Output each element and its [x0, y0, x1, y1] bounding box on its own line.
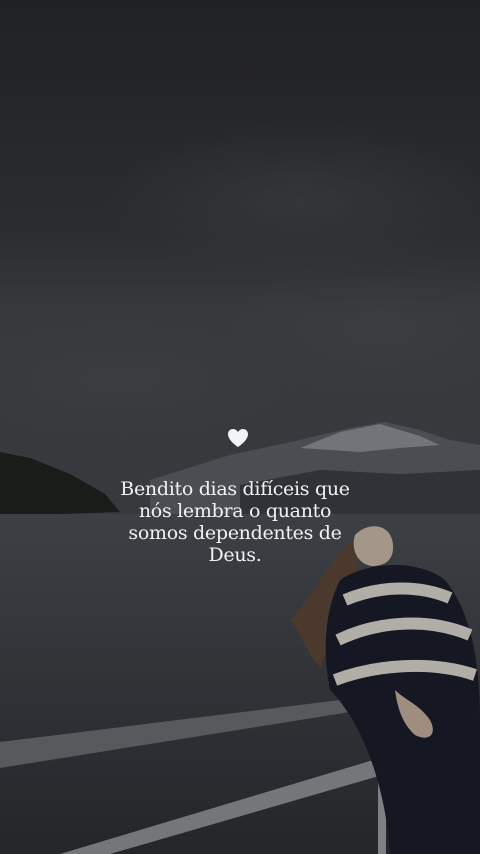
- photo-scene: Bendito dias difíceis que nós lembra o q…: [0, 0, 480, 854]
- quote-text: Bendito dias difíceis que nós lembra o q…: [100, 478, 370, 566]
- quote-line: nós lembra o quanto: [138, 500, 332, 522]
- quote-line: somos dependentes de: [128, 522, 342, 544]
- quote-line: Bendito dias difíceis que: [120, 478, 350, 500]
- quote-line: Deus.: [208, 544, 262, 566]
- heart-icon: [228, 429, 248, 447]
